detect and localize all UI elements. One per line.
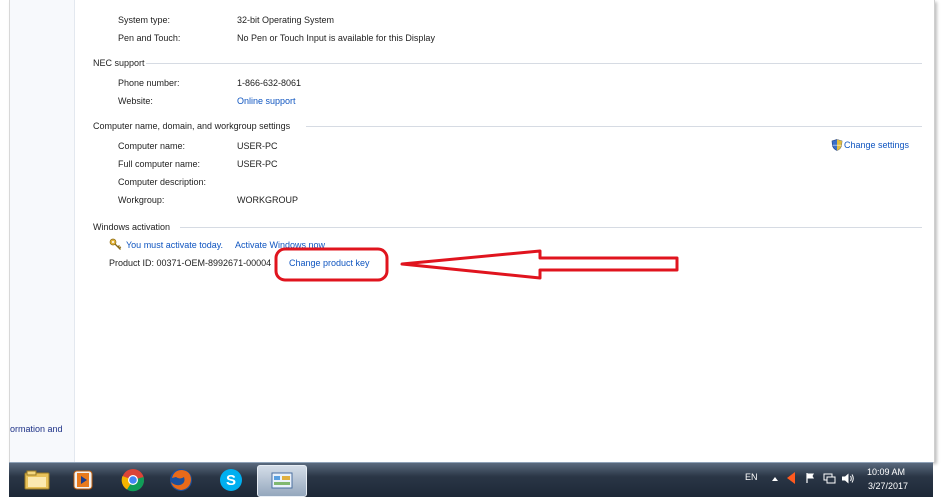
taskbar: S EN 10:09 AM 3/27/2017 [9,462,933,497]
annotation-arrow [400,249,679,280]
chrome-icon [121,469,145,492]
media-player-icon [73,470,93,490]
network-icon[interactable] [823,472,836,485]
taskbar-firefox[interactable] [157,465,205,495]
highlight-circle [274,247,389,282]
action-center-flag-icon[interactable] [805,472,817,484]
volume-icon[interactable] [841,472,855,485]
alert-flag-icon[interactable] [785,471,797,485]
clock-date[interactable]: 3/27/2017 [868,481,908,491]
file-explorer-icon [24,470,50,490]
system-properties-window: ormation and System type: 32-bit Operati… [9,0,935,462]
firefox-icon [170,469,192,491]
taskbar-media-player[interactable] [59,465,107,495]
skype-icon: S [220,469,242,491]
red-annotation-overlay [274,247,679,282]
language-indicator[interactable]: EN [745,472,758,482]
clock-time[interactable]: 10:09 AM [867,467,905,477]
taskbar-skype[interactable]: S [207,465,255,495]
taskbar-chrome[interactable] [109,465,157,495]
control-panel-icon [271,472,293,489]
svg-text:S: S [226,472,236,489]
taskbar-control-panel[interactable] [257,465,307,497]
show-hidden-icons-icon[interactable] [771,475,779,483]
taskbar-file-explorer[interactable] [13,465,61,495]
